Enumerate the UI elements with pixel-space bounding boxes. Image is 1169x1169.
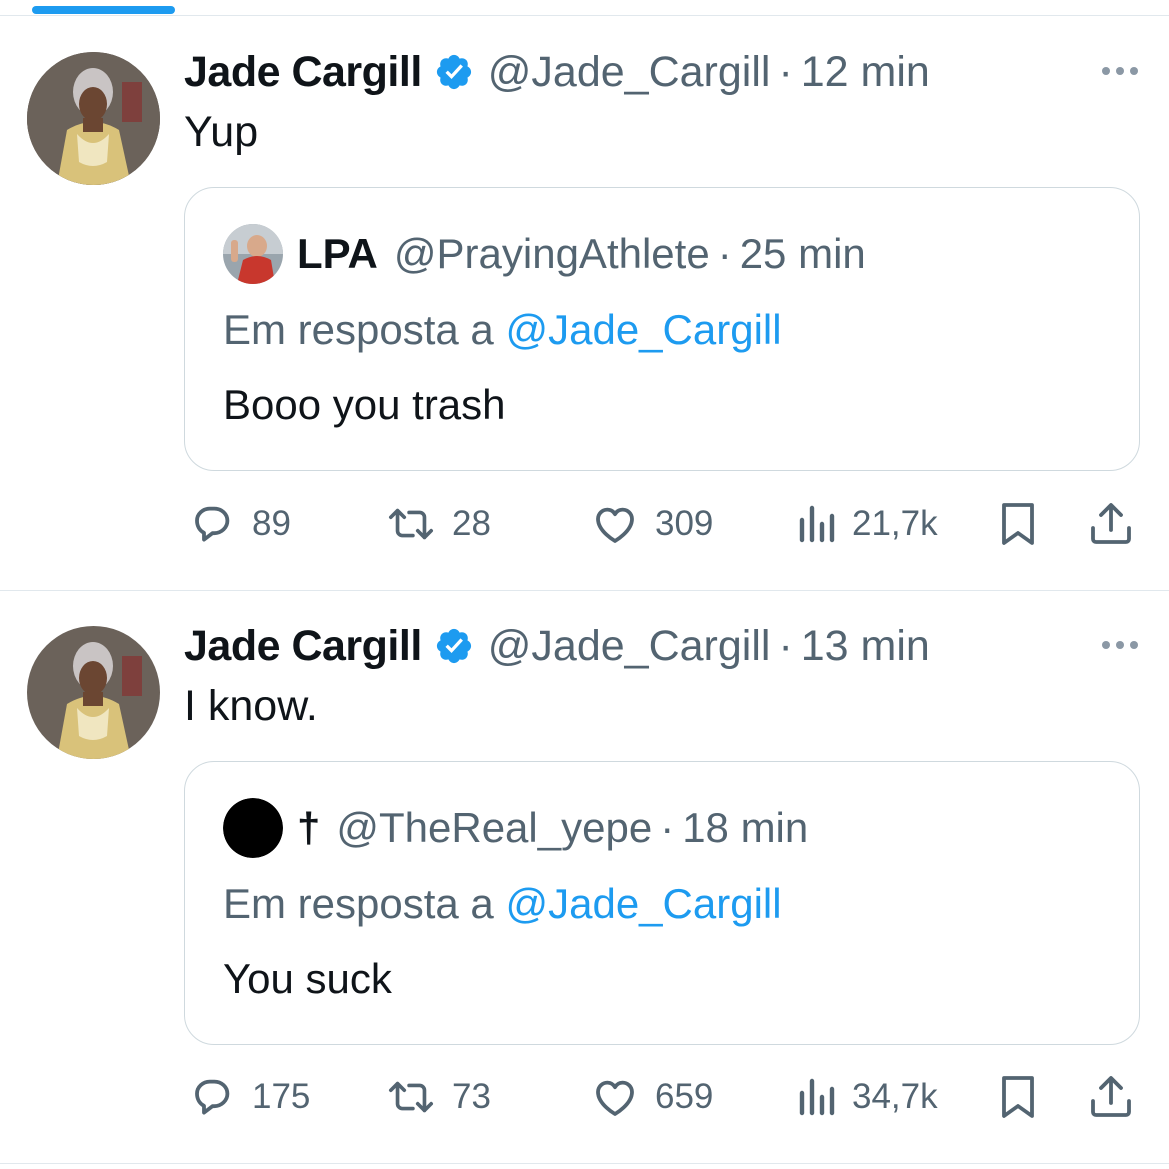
share-button[interactable] xyxy=(1086,1073,1136,1121)
repost-count: 28 xyxy=(452,504,491,543)
tweet-timestamp[interactable]: 13 min xyxy=(801,622,930,671)
repost-icon xyxy=(388,508,434,540)
tweet-divider xyxy=(0,1163,1169,1164)
separator-dot: · xyxy=(778,621,793,670)
like-button[interactable]: 659 xyxy=(591,1073,713,1121)
separator-dot: · xyxy=(660,804,675,851)
author-name[interactable]: Jade Cargill xyxy=(184,622,422,671)
like-button[interactable]: 309 xyxy=(591,500,713,548)
heart-icon xyxy=(596,507,634,543)
repost-button[interactable]: 73 xyxy=(386,1073,491,1121)
quoted-tweet-header: † @TheReal_yepe · 18 min xyxy=(223,798,808,858)
reply-icon xyxy=(195,1079,230,1115)
views-chart-icon xyxy=(799,1078,835,1116)
author-name[interactable]: Jade Cargill xyxy=(184,48,422,97)
views-count: 34,7k xyxy=(852,1077,938,1116)
bookmark-icon xyxy=(1002,503,1034,545)
tweet-text: Yup xyxy=(184,108,259,156)
author-avatar[interactable] xyxy=(27,52,160,185)
verified-badge-icon[interactable] xyxy=(434,52,474,92)
reply-count: 89 xyxy=(252,504,291,543)
quoted-tweet[interactable]: † @TheReal_yepe · 18 min Em resposta a @… xyxy=(184,761,1140,1045)
share-icon xyxy=(1091,503,1131,544)
reply-prefix: Em resposta a xyxy=(223,306,494,353)
quoted-author-avatar[interactable] xyxy=(223,224,283,284)
more-options-icon[interactable] xyxy=(1102,67,1138,75)
reply-context: Em resposta a @Jade_Cargill xyxy=(223,306,782,354)
like-count: 309 xyxy=(655,504,714,543)
views-chart-icon xyxy=(799,505,835,543)
bookmark-icon xyxy=(1002,1076,1034,1118)
views-count: 21,7k xyxy=(852,504,938,543)
reply-prefix: Em resposta a xyxy=(223,880,494,927)
repost-count: 73 xyxy=(452,1077,491,1116)
reply-icon xyxy=(195,506,230,542)
more-options-icon[interactable] xyxy=(1102,641,1138,649)
quoted-author-avatar[interactable] xyxy=(223,798,283,858)
quoted-author-name[interactable]: † xyxy=(297,804,320,852)
views-button[interactable]: 21,7k xyxy=(796,500,938,548)
reply-button[interactable]: 89 xyxy=(188,500,291,548)
tweet[interactable]: Jade Cargill @Jade_Cargill · 12 min Yup xyxy=(0,0,1169,590)
tweet-header: Jade Cargill @Jade_Cargill · 13 min xyxy=(184,621,930,671)
quoted-tweet-text: You suck xyxy=(223,955,392,1002)
share-button[interactable] xyxy=(1086,500,1136,548)
tweet-text: I know. xyxy=(184,682,318,730)
separator-dot: · xyxy=(778,47,793,96)
bookmark-button[interactable] xyxy=(997,500,1039,548)
share-icon xyxy=(1091,1076,1131,1117)
quoted-tweet-text: Booo you trash xyxy=(223,381,506,428)
bookmark-button[interactable] xyxy=(997,1073,1039,1121)
heart-icon xyxy=(596,1080,634,1116)
author-handle[interactable]: @Jade_Cargill xyxy=(488,622,771,671)
repost-icon xyxy=(388,1081,434,1113)
tweet[interactable]: Jade Cargill @Jade_Cargill · 13 min I kn… xyxy=(0,590,1169,1163)
tweet-action-bar: 175 73 659 34,7k xyxy=(0,1067,1169,1127)
reply-context: Em resposta a @Jade_Cargill xyxy=(223,880,782,928)
quoted-author-handle[interactable]: @TheReal_yepe xyxy=(336,804,652,852)
reply-count: 175 xyxy=(252,1077,311,1116)
tweet-action-bar: 89 28 309 21,7k xyxy=(0,494,1169,554)
author-avatar[interactable] xyxy=(27,626,160,759)
separator-dot: · xyxy=(717,230,732,277)
verified-badge-icon[interactable] xyxy=(434,626,474,666)
reply-mention-link[interactable]: @Jade_Cargill xyxy=(505,880,781,927)
quoted-author-name[interactable]: LPA xyxy=(297,230,378,278)
like-count: 659 xyxy=(655,1077,714,1116)
reply-mention-link[interactable]: @Jade_Cargill xyxy=(505,306,781,353)
quoted-tweet[interactable]: LPA @PrayingAthlete · 25 min Em resposta… xyxy=(184,187,1140,471)
author-handle[interactable]: @Jade_Cargill xyxy=(488,48,771,97)
quoted-tweet-timestamp[interactable]: 25 min xyxy=(740,230,866,278)
repost-button[interactable]: 28 xyxy=(386,500,491,548)
quoted-tweet-timestamp[interactable]: 18 min xyxy=(682,804,808,852)
views-button[interactable]: 34,7k xyxy=(796,1073,938,1121)
tweet-header: Jade Cargill @Jade_Cargill · 12 min xyxy=(184,47,930,97)
quoted-tweet-header: LPA @PrayingAthlete · 25 min xyxy=(223,224,866,284)
reply-button[interactable]: 175 xyxy=(188,1073,310,1121)
tweet-timestamp[interactable]: 12 min xyxy=(801,48,930,97)
quoted-author-handle[interactable]: @PrayingAthlete xyxy=(394,230,710,278)
